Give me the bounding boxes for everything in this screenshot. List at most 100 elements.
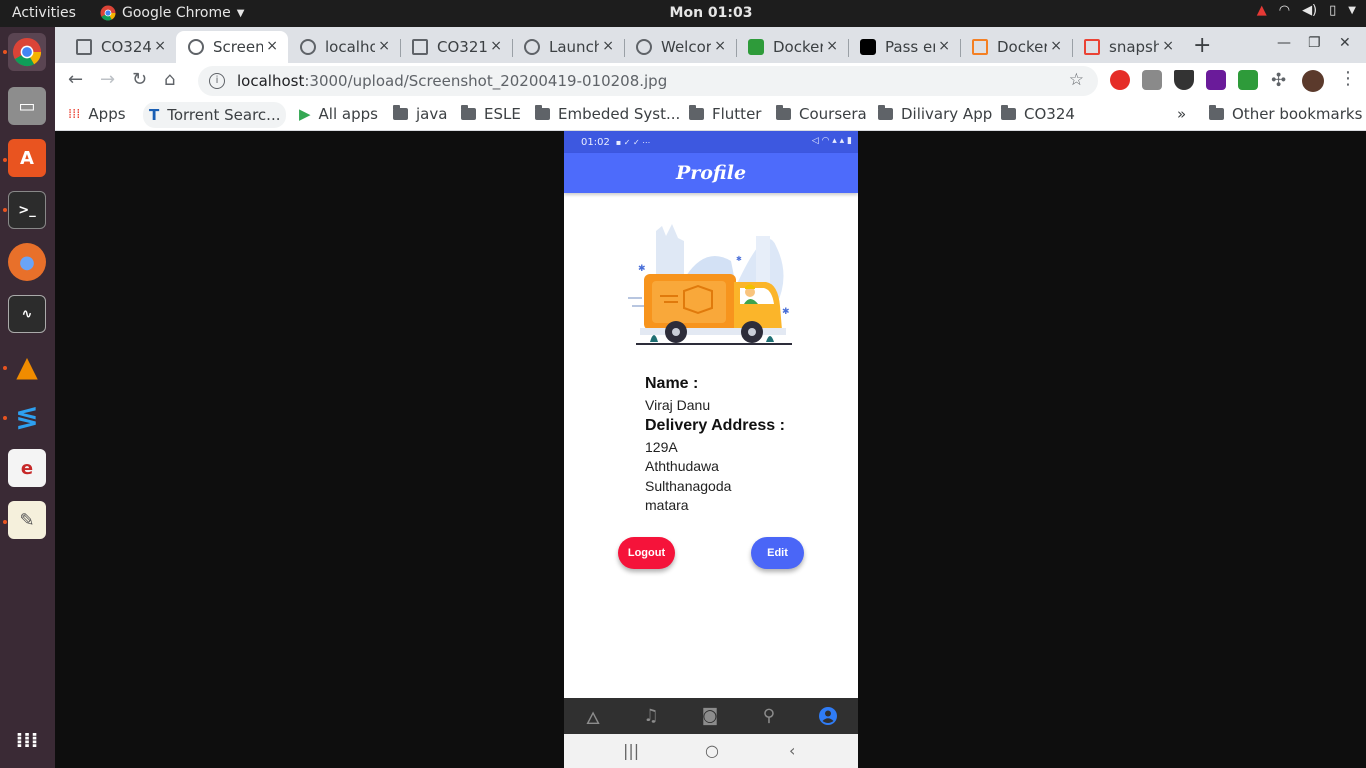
address-line: Aththudawa	[645, 458, 719, 474]
tab-welcome[interactable]: Welcor ×	[624, 31, 737, 63]
bookmark-star-icon[interactable]: ☆	[1069, 70, 1084, 90]
vscode-icon: ≶	[15, 399, 39, 433]
system-tray[interactable]: ▲ ◠ ◀) ▯ ▼	[1257, 3, 1356, 18]
dock-vscode[interactable]: ≶	[8, 397, 46, 435]
shield-icon[interactable]	[1174, 70, 1194, 90]
bookmark-folder-co324[interactable]: CO324	[1001, 105, 1075, 123]
site-info-icon[interactable]: i	[209, 73, 225, 89]
close-icon[interactable]: ×	[154, 38, 166, 54]
address-line: matara	[645, 497, 689, 513]
globe-icon	[636, 39, 652, 55]
clock[interactable]: Mon 01:03	[0, 5, 1366, 21]
tab-pass[interactable]: Pass er ×	[848, 31, 961, 63]
folder-icon	[1001, 105, 1016, 120]
running-indicator	[3, 520, 7, 524]
tab-docker[interactable]: Docker ×	[736, 31, 849, 63]
dock-software[interactable]: A	[8, 139, 46, 177]
adblock-icon[interactable]	[1110, 70, 1130, 90]
tab-gmail[interactable]: snapsh ×	[1072, 31, 1184, 63]
search-icon[interactable]: ⚲	[758, 705, 780, 727]
tab-title: CO321	[437, 38, 487, 56]
tab-localhost[interactable]: localho ×	[288, 31, 401, 63]
bookmark-apps[interactable]: ⁞⁞⁞ Apps	[68, 105, 126, 123]
bookmark-folder-embedded[interactable]: Embeded Syst...	[535, 105, 680, 123]
close-icon[interactable]: ×	[602, 38, 614, 54]
forward-icon[interactable]: →	[100, 69, 115, 90]
account-icon[interactable]	[817, 705, 839, 727]
logout-button[interactable]: Logout	[618, 537, 675, 569]
stackoverflow-icon	[972, 39, 988, 55]
back-chevron-icon[interactable]: ‹	[789, 741, 795, 760]
close-icon[interactable]: ×	[1050, 38, 1062, 54]
home-icon[interactable]: ⌂	[164, 69, 175, 90]
reload-icon[interactable]: ↻	[132, 69, 147, 90]
bookmark-folder-esle[interactable]: ESLE	[461, 105, 521, 123]
bookmark-torrent[interactable]: T Torrent Searc...	[143, 102, 287, 128]
name-label: Name :	[645, 375, 699, 392]
tab-title: Pass er	[885, 38, 935, 56]
tab-docker-so[interactable]: Docker ×	[960, 31, 1073, 63]
puzzle-icon[interactable]: ✣	[1271, 70, 1286, 91]
address-bar[interactable]: i localhost:3000/upload/Screenshot_20200…	[198, 66, 1098, 96]
bookmarks-overflow-button[interactable]: »	[1177, 105, 1186, 123]
svg-text:✱: ✱	[638, 264, 646, 274]
running-indicator	[3, 158, 7, 162]
close-icon[interactable]: ×	[826, 38, 838, 54]
fire-icon[interactable]: 🜂	[582, 705, 604, 729]
minimize-icon[interactable]: —	[1277, 35, 1291, 51]
tab-screenshot[interactable]: Screen ×	[176, 31, 288, 63]
camera-icon[interactable]: ◙	[699, 705, 721, 727]
page-title: Profile	[675, 162, 747, 184]
folder-icon	[878, 105, 893, 120]
tab-launch[interactable]: Launch ×	[512, 31, 625, 63]
play-store-icon: ▶	[299, 105, 311, 123]
dock-chromium[interactable]: ●	[8, 243, 46, 281]
tab-title: localho	[325, 38, 375, 56]
chromium-icon: ●	[19, 251, 35, 273]
tab-title: Docker	[773, 38, 823, 56]
bookmark-folder-other[interactable]: Other bookmarks	[1209, 105, 1362, 123]
bookmark-label: Torrent Searc...	[167, 106, 281, 124]
back-icon[interactable]: ←	[68, 69, 83, 90]
chrome-icon	[12, 37, 42, 67]
bell-icon[interactable]: ♫	[640, 705, 662, 727]
dock-text-editor[interactable]: ✎	[8, 501, 46, 539]
dock-eclipse[interactable]: e	[8, 449, 46, 487]
dock-chrome[interactable]	[8, 33, 46, 71]
dock-files[interactable]: ▭	[8, 87, 46, 125]
avatar[interactable]	[1302, 70, 1324, 92]
dock-system-monitor[interactable]: ∿	[8, 295, 46, 333]
restore-icon[interactable]: ❐	[1308, 35, 1321, 51]
pushbullet-icon[interactable]	[1206, 70, 1226, 90]
bookmark-folder-flutter[interactable]: Flutter	[689, 105, 761, 123]
bookmark-folder-dilivary[interactable]: Dilivary App	[878, 105, 992, 123]
close-icon[interactable]: ×	[714, 38, 726, 54]
medium-icon	[860, 39, 876, 55]
dock-terminal[interactable]: >_	[8, 191, 46, 229]
bookmark-folder-coursera[interactable]: Coursera	[776, 105, 867, 123]
bookmark-folder-java[interactable]: java	[393, 105, 447, 123]
kebab-menu-icon[interactable]: ⋮	[1339, 68, 1357, 89]
show-applications-button[interactable]: ⁞⁞⁞	[8, 721, 46, 759]
close-icon[interactable]: ×	[1162, 38, 1174, 54]
close-icon[interactable]: ×	[378, 38, 390, 54]
dock-vlc[interactable]: ▲	[8, 347, 46, 385]
address-line: Sulthanagoda	[645, 478, 732, 494]
close-icon[interactable]: ×	[266, 38, 278, 54]
tab-title: Welcor	[661, 38, 711, 56]
close-icon[interactable]: ×	[490, 38, 502, 54]
bookmark-all-apps[interactable]: ▶ All apps	[299, 105, 378, 123]
evernote-icon[interactable]	[1238, 70, 1258, 90]
close-icon[interactable]: ×	[938, 38, 950, 54]
edit-button[interactable]: Edit	[751, 537, 804, 569]
window-close-icon[interactable]: ✕	[1339, 35, 1351, 51]
new-tab-icon[interactable]: +	[1193, 33, 1211, 58]
running-indicator	[3, 416, 7, 420]
tab-co324[interactable]: CO324 ×	[64, 31, 177, 63]
extension-icon[interactable]	[1142, 70, 1162, 90]
power-menu-icon: ▼	[1348, 5, 1356, 16]
tab-co321[interactable]: CO321 ×	[400, 31, 513, 63]
recents-icon[interactable]: |||	[623, 741, 639, 760]
home-circle-icon[interactable]: ○	[705, 741, 719, 760]
tab-title: Screen	[213, 38, 263, 56]
